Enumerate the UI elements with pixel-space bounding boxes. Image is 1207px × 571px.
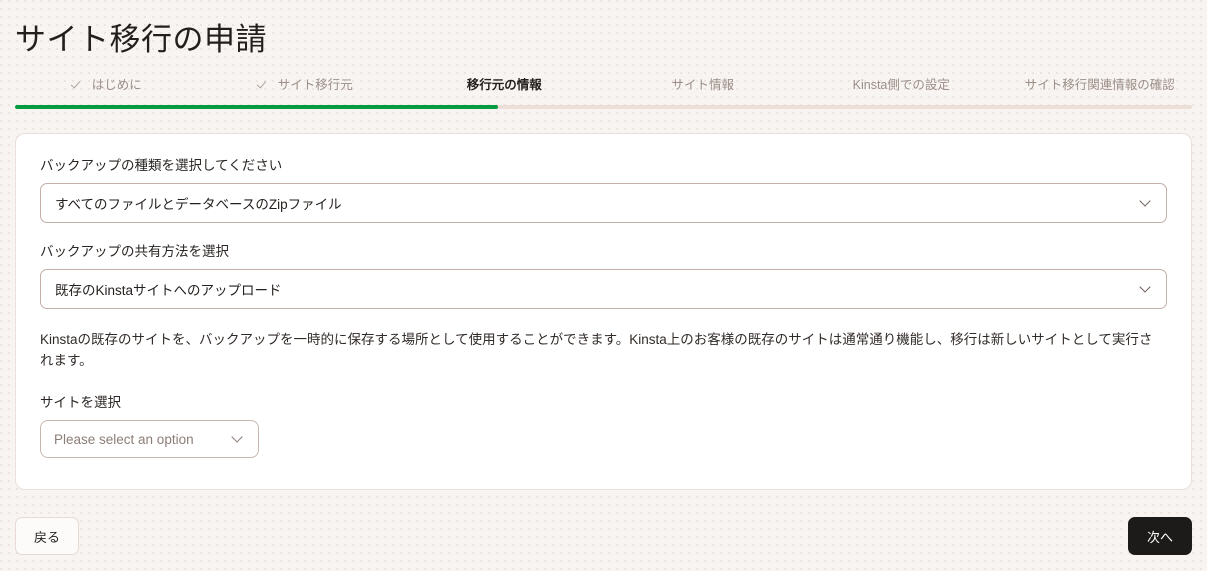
backup-type-select[interactable]: すべてのファイルとデータベースのZipファイル: [40, 183, 1167, 223]
info-note: Kinstaの既存のサイトを、バックアップを一時的に保存する場所として使用するこ…: [40, 332, 1153, 368]
chevron-down-icon: [1141, 283, 1150, 292]
site-select-field: サイトを選択 Please select an option: [40, 393, 1167, 458]
progress-fill: [15, 105, 498, 109]
stepper-step-source-info[interactable]: 移行元の情報: [405, 74, 604, 93]
backup-type-field: バックアップの種類を選択してください すべてのファイルとデータベースのZipファ…: [40, 156, 1167, 223]
stepper-step-label: サイト情報: [671, 77, 734, 92]
stepper-step-site-info[interactable]: サイト情報: [604, 74, 803, 93]
share-method-label: バックアップの共有方法を選択: [40, 244, 229, 259]
stepper-step-confirm[interactable]: サイト移行関連情報の確認: [1001, 74, 1200, 93]
stepper-step-label: Kinsta側での設定: [852, 77, 950, 92]
site-select-label: サイトを選択: [40, 395, 121, 410]
stepper-step-kinsta-settings[interactable]: Kinsta側での設定: [802, 74, 1001, 93]
progress-track: [15, 105, 1192, 109]
stepper-step-label: サイト移行関連情報の確認: [1024, 77, 1175, 92]
site-select-value: Please select an option: [54, 431, 194, 447]
stepper-step-site-source[interactable]: サイト移行元: [207, 74, 406, 93]
share-method-field: バックアップの共有方法を選択 既存のKinstaサイトへのアップロード: [40, 242, 1167, 309]
backup-type-value: すべてのファイルとデータベースのZipファイル: [55, 197, 342, 212]
form-card: バックアップの種類を選択してください すべてのファイルとデータベースのZipファ…: [15, 133, 1192, 490]
next-button[interactable]: 次へ: [1127, 517, 1192, 555]
page-title: サイト移行の申請: [15, 22, 267, 57]
share-method-select[interactable]: 既存のKinstaサイトへのアップロード: [40, 269, 1167, 309]
check-icon: [73, 78, 84, 89]
share-method-value: 既存のKinstaサイトへのアップロード: [55, 283, 282, 298]
site-select-dropdown[interactable]: Please select an option: [40, 420, 259, 458]
stepper-step-label: 移行元の情報: [466, 77, 542, 92]
backup-type-label: バックアップの種類を選択してください: [40, 158, 283, 173]
stepper-step-label: はじめに: [91, 77, 142, 92]
check-icon: [259, 78, 270, 89]
stepper-step-hajimeni[interactable]: はじめに: [8, 74, 207, 93]
chevron-down-icon: [233, 433, 242, 442]
stepper-steps: はじめに サイト移行元 移行元の情報 サイト情報 Kinsta側での設定 サイト…: [0, 70, 1207, 96]
back-button[interactable]: 戻る: [15, 517, 80, 555]
chevron-down-icon: [1141, 197, 1150, 206]
progress-stepper: はじめに サイト移行元 移行元の情報 サイト情報 Kinsta側での設定 サイト…: [0, 70, 1207, 109]
stepper-step-label: サイト移行元: [277, 77, 353, 92]
